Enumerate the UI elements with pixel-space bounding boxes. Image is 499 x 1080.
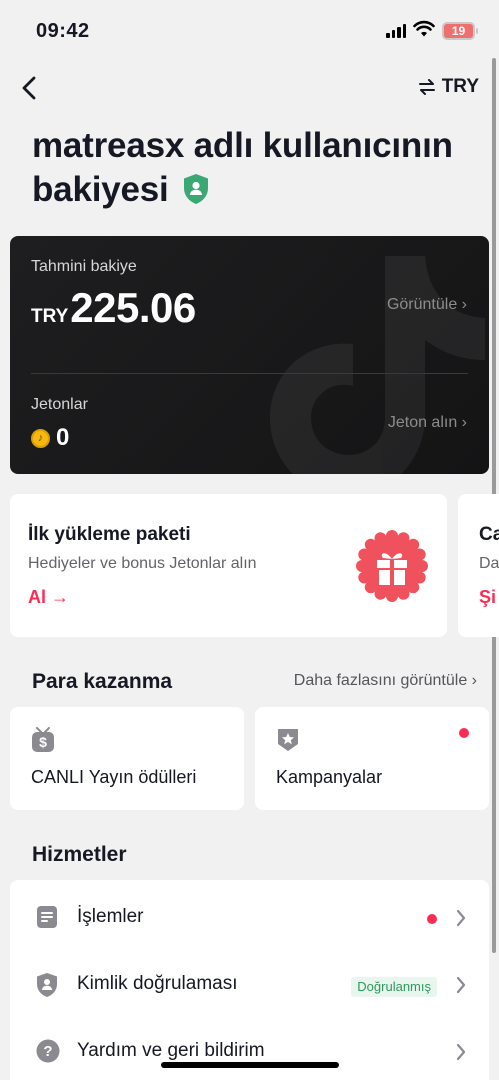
next-promo-title: Ca xyxy=(479,524,499,545)
back-button[interactable] xyxy=(18,74,42,102)
coins-row: ♪ 0 xyxy=(31,424,69,452)
promo-description: Hediyeler ve bonus Jetonlar alın xyxy=(28,555,257,572)
service-item-transactions[interactable]: İşlemler xyxy=(10,887,489,947)
campaign-badge-icon xyxy=(278,729,298,751)
buy-coins-link[interactable]: Jeton alın › xyxy=(388,414,467,432)
service-item-identity[interactable]: Kimlik doğrulaması Doğrulanmış xyxy=(10,954,489,1014)
status-bar: 09:42 19 xyxy=(0,0,499,62)
live-rewards-tile[interactable]: $ CANLI Yayın ödülleri xyxy=(10,707,244,810)
first-recharge-promo-card[interactable]: İlk yükleme paketi Hediyeler ve bonus Je… xyxy=(10,494,447,637)
coins-label: Jetonlar xyxy=(31,396,88,413)
live-gift-icon: $ xyxy=(32,727,54,752)
transactions-icon xyxy=(37,906,57,928)
home-indicator[interactable] xyxy=(161,1062,339,1068)
tiktok-logo-watermark-icon xyxy=(270,256,485,474)
chevron-right-icon xyxy=(456,1043,466,1061)
wifi-icon xyxy=(413,20,435,37)
cellular-signal-icon xyxy=(386,24,406,38)
services-section-title: Hizmetler xyxy=(32,843,127,866)
coin-icon: ♪ xyxy=(31,428,50,448)
transactions-label: İşlemler xyxy=(77,906,144,927)
card-divider xyxy=(31,373,468,374)
gift-badge-icon xyxy=(356,530,428,602)
balance-amount: TRY 225.06 xyxy=(31,284,196,332)
view-balance-link[interactable]: Görüntüle › xyxy=(387,296,467,314)
chevron-right-icon xyxy=(456,909,466,927)
identity-verification-label: Kimlik doğrulaması xyxy=(77,973,238,994)
currency-label: TRY xyxy=(441,76,479,97)
next-promo-card[interactable]: Ca Da Şi xyxy=(458,494,499,637)
balance-value: 225.06 xyxy=(70,284,196,331)
verified-status-badge: Doğrulanmış xyxy=(351,977,437,997)
see-more-link[interactable]: Daha fazlasını görüntüle › xyxy=(294,672,477,690)
campaigns-notification-dot xyxy=(459,728,469,738)
transactions-notification-dot xyxy=(427,914,437,924)
identity-shield-icon xyxy=(37,973,57,997)
earning-section-title: Para kazanma xyxy=(32,670,173,693)
swap-arrows-icon xyxy=(418,79,435,95)
help-feedback-label: Yardım ve geri bildirim xyxy=(77,1040,265,1061)
balance-currency: TRY xyxy=(31,306,69,327)
campaigns-label: Kampanyalar xyxy=(276,767,383,787)
currency-switch-button[interactable]: TRY xyxy=(418,76,479,98)
services-list: İşlemler Kimlik doğrulaması Doğrulanmış … xyxy=(10,880,489,1080)
promo-get-button[interactable]: Al → xyxy=(28,587,69,608)
svg-text:$: $ xyxy=(39,734,47,750)
verified-shield-icon xyxy=(184,174,209,204)
next-promo-cta[interactable]: Şi xyxy=(479,587,496,608)
estimated-balance-label: Tahmini bakiye xyxy=(31,258,137,275)
service-item-help[interactable]: ? Yardım ve geri bildirim xyxy=(10,1021,489,1080)
campaigns-tile[interactable]: Kampanyalar xyxy=(255,707,489,810)
help-icon: ? xyxy=(36,1039,60,1063)
status-time: 09:42 xyxy=(36,20,90,42)
battery-indicator: 19 xyxy=(442,22,478,40)
live-rewards-label: CANLI Yayın ödülleri xyxy=(31,767,197,787)
coins-value: 0 xyxy=(56,424,70,451)
chevron-right-icon xyxy=(456,976,466,994)
next-promo-description: Da xyxy=(479,555,499,572)
svg-text:?: ? xyxy=(43,1043,52,1060)
promo-title: İlk yükleme paketi xyxy=(28,524,191,545)
page-title-text: matreasx adlı kullanıcının bakiyesi xyxy=(32,126,453,209)
page-title: matreasx adlı kullanıcının bakiyesi xyxy=(32,124,472,212)
balance-card: Tahmini bakiye TRY 225.06 Görüntüle › Je… xyxy=(10,236,489,474)
